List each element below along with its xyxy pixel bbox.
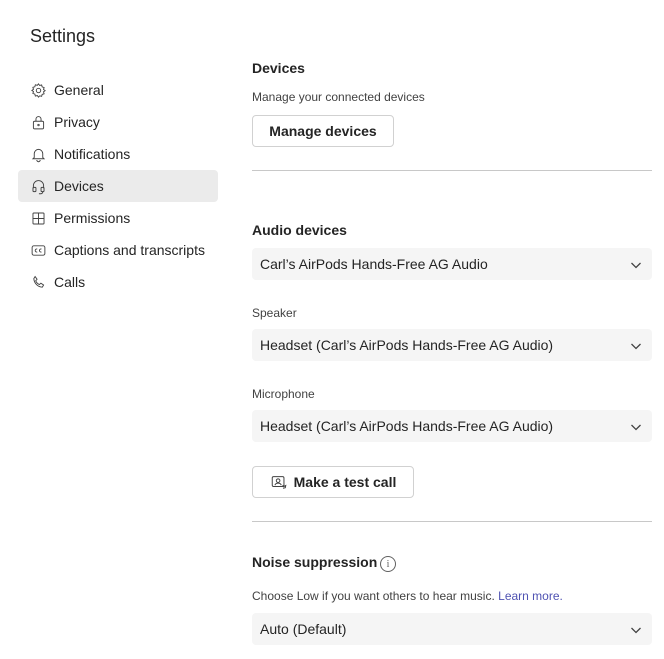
microphone-value: Headset (Carl’s AirPods Hands-Free AG Au… <box>260 418 554 434</box>
devices-description: Manage your connected devices <box>252 90 425 104</box>
noise-suppression-select[interactable]: Auto (Default) <box>252 613 652 645</box>
audio-device-select[interactable]: Carl’s AirPods Hands-Free AG Audio <box>252 248 652 280</box>
sidebar-item-label: General <box>54 82 104 98</box>
sidebar-item-notifications[interactable]: Notifications <box>18 138 218 170</box>
sidebar-item-label: Devices <box>54 178 104 194</box>
microphone-select[interactable]: Headset (Carl’s AirPods Hands-Free AG Au… <box>252 410 652 442</box>
noise-suppression-value: Auto (Default) <box>260 621 347 637</box>
manage-devices-button[interactable]: Manage devices <box>252 115 394 147</box>
sidebar-item-label: Captions and transcripts <box>54 242 205 258</box>
sidebar-item-privacy[interactable]: Privacy <box>18 106 218 138</box>
sidebar-item-calls[interactable]: Calls <box>18 266 218 298</box>
make-test-call-button[interactable]: Make a test call <box>252 466 414 498</box>
divider <box>252 170 652 171</box>
speaker-select[interactable]: Headset (Carl’s AirPods Hands-Free AG Au… <box>252 329 652 361</box>
sidebar-item-label: Privacy <box>54 114 100 130</box>
speaker-value: Headset (Carl’s AirPods Hands-Free AG Au… <box>260 337 554 353</box>
sidebar-item-captions[interactable]: Captions and transcripts <box>18 234 218 266</box>
sidebar-item-permissions[interactable]: Permissions <box>18 202 218 234</box>
info-icon[interactable]: i <box>380 556 396 572</box>
noise-suppression-description: Choose Low if you want others to hear mu… <box>252 589 563 603</box>
microphone-label: Microphone <box>252 387 315 401</box>
settings-sidebar: General Privacy Notifications Devices Pe… <box>18 74 218 298</box>
speaker-label: Speaker <box>252 306 297 320</box>
audio-device-value: Carl’s AirPods Hands-Free AG Audio <box>260 256 488 272</box>
page-title: Settings <box>30 26 96 46</box>
chevron-down-icon <box>630 420 642 432</box>
lock-icon <box>29 113 47 131</box>
divider <box>252 521 652 522</box>
sidebar-item-label: Permissions <box>54 210 131 226</box>
sidebar-item-general[interactable]: General <box>18 74 218 106</box>
bell-icon <box>29 145 47 163</box>
devices-heading: Devices <box>252 60 305 76</box>
noise-description-text: Choose Low if you want others to hear mu… <box>252 589 495 603</box>
gift-box-icon <box>29 209 47 227</box>
chevron-down-icon <box>630 623 642 635</box>
headset-icon <box>29 177 47 195</box>
chevron-down-icon <box>630 258 642 270</box>
learn-more-link[interactable]: Learn more. <box>498 589 563 603</box>
sidebar-item-label: Notifications <box>54 146 131 162</box>
chevron-down-icon <box>630 339 642 351</box>
test-call-icon <box>271 476 287 489</box>
closed-captions-icon <box>29 241 47 259</box>
sidebar-item-devices[interactable]: Devices <box>18 170 218 202</box>
noise-suppression-heading: Noise suppression <box>252 554 378 570</box>
audio-devices-heading: Audio devices <box>252 222 347 238</box>
phone-icon <box>29 273 47 291</box>
gear-icon <box>29 81 47 99</box>
make-test-call-label: Make a test call <box>293 474 397 490</box>
sidebar-item-label: Calls <box>54 274 86 290</box>
